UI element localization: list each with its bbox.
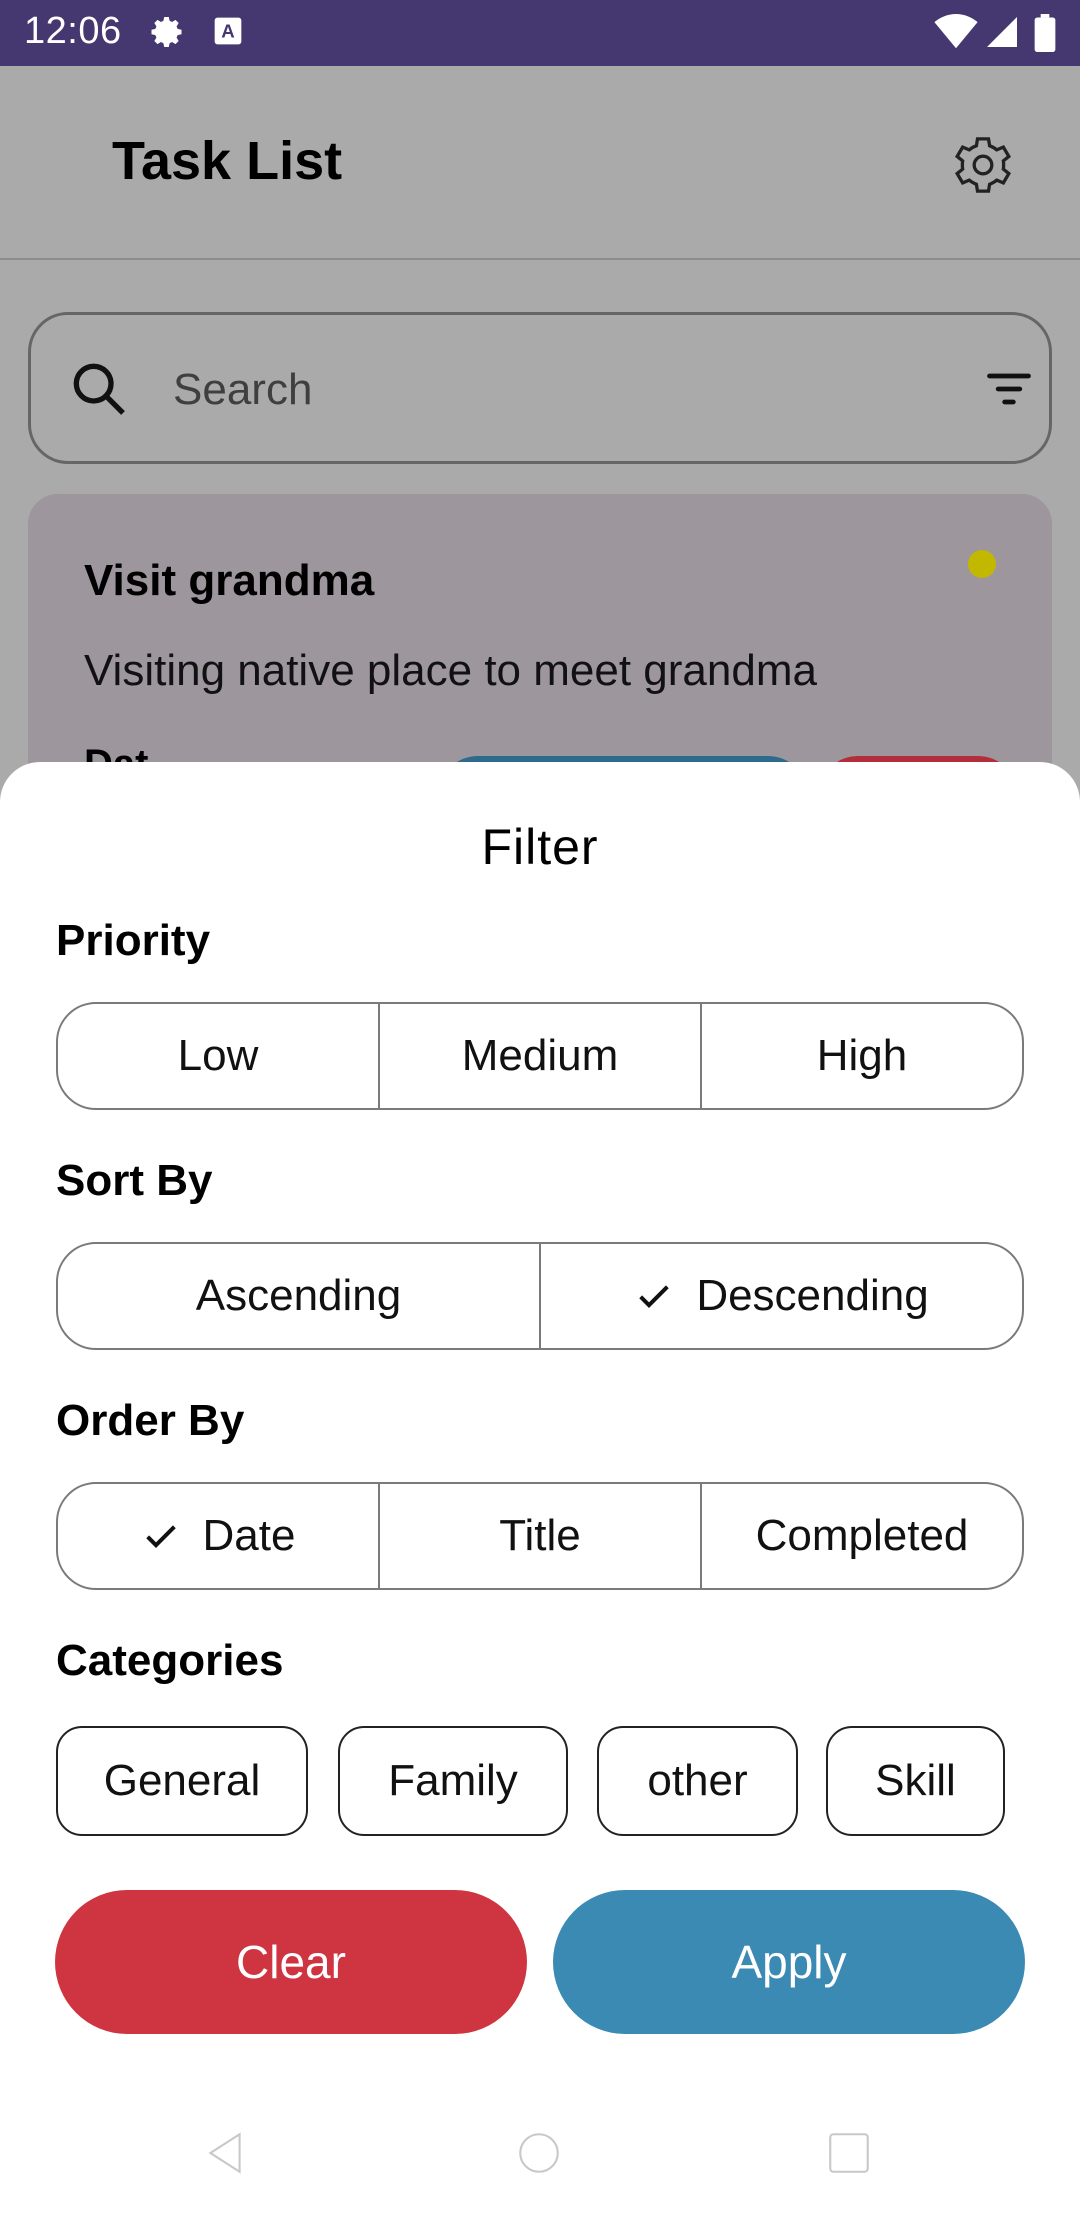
priority-label: Priority (56, 916, 211, 965)
priority-dot (968, 550, 996, 578)
order-by-label: Order By (56, 1396, 245, 1445)
sort-option-ascending[interactable]: Ascending (58, 1244, 541, 1348)
order-option-title[interactable]: Title (380, 1484, 702, 1588)
status-bar: 12:06 A (0, 0, 1080, 66)
order-option-completed[interactable]: Completed (702, 1484, 1022, 1588)
check-icon (145, 1525, 176, 1548)
svg-text:A: A (221, 21, 234, 42)
home-icon[interactable] (514, 2128, 564, 2183)
order-option-date-label: Date (202, 1511, 296, 1560)
signal-icon (984, 14, 1020, 55)
navigation-bar (0, 2116, 1080, 2220)
task-title: Visit grandma (84, 556, 375, 605)
settings-gear-icon (150, 14, 186, 55)
back-icon[interactable] (200, 2128, 250, 2183)
check-icon (639, 1285, 670, 1308)
sort-option-descending[interactable]: Descending (541, 1244, 1022, 1348)
status-time: 12:06 (24, 10, 122, 52)
task-card[interactable]: Visit grandma Visiting native place to m… (28, 494, 1052, 836)
sort-option-ascending-label: Ascending (195, 1271, 402, 1320)
task-description: Visiting native place to meet grandma (84, 646, 817, 695)
categories-label: Categories (56, 1636, 284, 1685)
filter-bottom-sheet: Filter Priority Low Medium High Sort By … (0, 762, 1080, 2220)
priority-option-high[interactable]: High (702, 1004, 1022, 1108)
sort-by-label: Sort By (56, 1156, 213, 1205)
order-option-completed-label: Completed (755, 1511, 969, 1560)
apply-button[interactable]: Apply (553, 1890, 1025, 2034)
priority-option-low[interactable]: Low (58, 1004, 380, 1108)
sheet-title: Filter (481, 819, 599, 875)
recents-icon[interactable] (824, 2128, 874, 2183)
search-icon (67, 357, 131, 426)
category-chip-general[interactable]: General (56, 1726, 308, 1836)
page-title: Task List (112, 131, 343, 191)
order-option-date[interactable]: Date (58, 1484, 380, 1588)
sort-by-segmented-control: Ascending Descending (56, 1242, 1024, 1350)
search-input[interactable]: Search (173, 365, 312, 415)
category-chip-family[interactable]: Family (338, 1726, 568, 1836)
search-field[interactable]: Search (28, 312, 1052, 464)
clear-button[interactable]: Clear (55, 1890, 527, 2034)
category-chip-skill[interactable]: Skill (826, 1726, 1005, 1836)
order-by-segmented-control: Date Title Completed (56, 1482, 1024, 1590)
category-chip-other[interactable]: other (597, 1726, 798, 1836)
wifi-icon (934, 14, 978, 55)
order-option-title-label: Title (499, 1511, 581, 1560)
filter-icon[interactable] (983, 363, 1035, 420)
app-bar: Task List (0, 66, 1080, 260)
settings-icon[interactable] (950, 132, 1016, 198)
a11y-text-icon: A (212, 14, 244, 53)
battery-icon (1034, 14, 1056, 57)
priority-option-medium[interactable]: Medium (380, 1004, 702, 1108)
sort-option-descending-label: Descending (696, 1271, 929, 1320)
priority-segmented-control: Low Medium High (56, 1002, 1024, 1110)
